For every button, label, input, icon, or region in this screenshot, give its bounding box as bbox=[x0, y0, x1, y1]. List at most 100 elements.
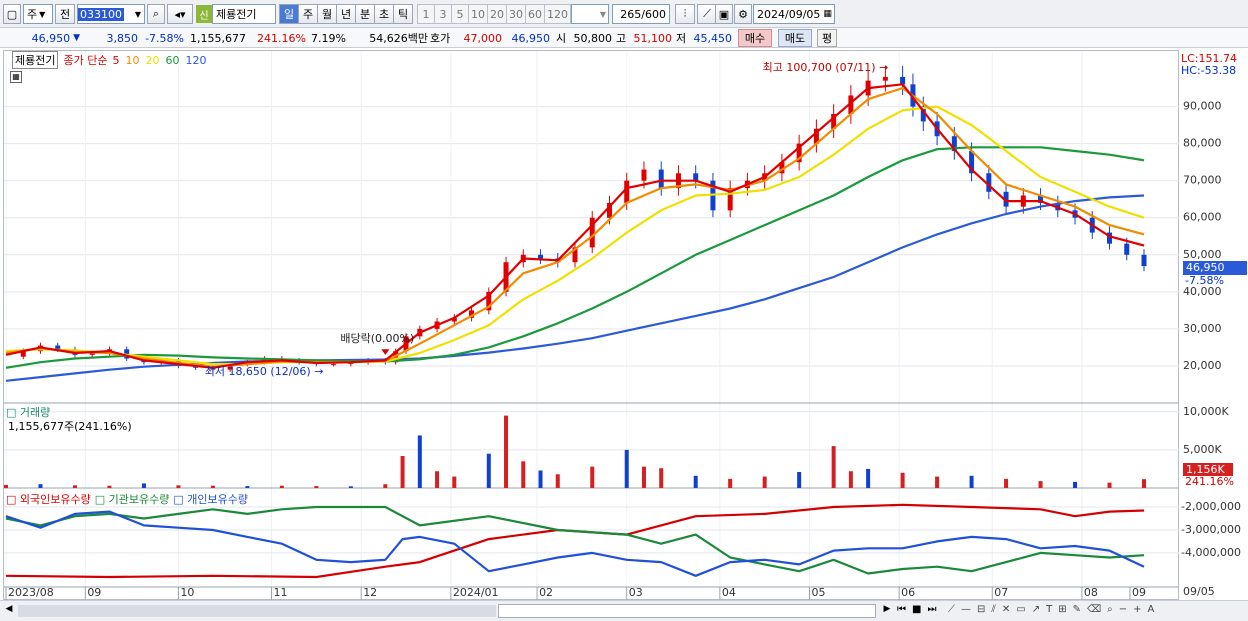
volume-bar bbox=[538, 470, 543, 488]
scroll-track[interactable] bbox=[18, 605, 496, 617]
box-tool-icon[interactable]: ▭ bbox=[1016, 604, 1025, 615]
ruler-tool-icon[interactable]: ⊞ bbox=[1058, 604, 1066, 615]
count-field[interactable]: 265/600 bbox=[612, 4, 670, 24]
zoom-out-icon[interactable]: − bbox=[1119, 604, 1127, 615]
volume-bar bbox=[1073, 481, 1078, 488]
volume-bar bbox=[435, 471, 440, 488]
code-input[interactable]: 033100 ▼ bbox=[77, 4, 145, 24]
new-badge: 신 bbox=[196, 5, 212, 23]
market-select[interactable]: 주 ▼ bbox=[23, 4, 53, 24]
quote-amount: 54,626백만 bbox=[369, 32, 428, 45]
quote-bar: 46,950 ▼ 3,850 -7.58% 1,155,677 241.16% 7… bbox=[0, 28, 1248, 48]
period-tab-4[interactable]: 분 bbox=[355, 4, 375, 24]
pen-tool-icon[interactable]: ✎ bbox=[1073, 604, 1081, 615]
volume-bar bbox=[900, 472, 905, 488]
volume-bar bbox=[762, 476, 767, 488]
period-tab-6[interactable]: 틱 bbox=[393, 4, 413, 24]
table-icon[interactable]: ▦ bbox=[10, 71, 22, 83]
volume-bar bbox=[72, 485, 77, 488]
price-candle bbox=[538, 254, 544, 259]
last-pct-label: -7.58% bbox=[1185, 274, 1224, 287]
volume-tick-label: 5,000K bbox=[1183, 443, 1222, 456]
erase-tool-icon[interactable]: ⌫ bbox=[1087, 604, 1101, 615]
first-icon[interactable]: ⏮ bbox=[897, 604, 906, 615]
minute-tab-10[interactable]: 10 bbox=[468, 4, 488, 24]
volume-bar bbox=[866, 468, 871, 488]
price-candle bbox=[658, 169, 664, 189]
quote-bid: 46,950 bbox=[511, 31, 551, 45]
price-legend: 제룡전기 종가 단순 5 10 20 60 120 bbox=[12, 51, 207, 69]
date-field[interactable]: 2024/09/05 ▦ bbox=[753, 4, 835, 24]
holdings-tick-label: -3,000,000 bbox=[1181, 523, 1241, 536]
minute-tab-20[interactable]: 20 bbox=[487, 4, 507, 24]
zoom-tool-icon[interactable]: ⌕ bbox=[1107, 604, 1113, 615]
holdings-legend-2: □ 개인보유수량 bbox=[173, 493, 248, 506]
period-tab-5[interactable]: 초 bbox=[374, 4, 394, 24]
minute-tab-5[interactable]: 5 bbox=[451, 4, 469, 24]
stop-icon[interactable]: ■ bbox=[912, 604, 921, 615]
stock-name-field[interactable]: 제룡전기 bbox=[212, 4, 276, 24]
scroll-left-icon[interactable]: ◀ bbox=[2, 604, 16, 618]
text-tool-icon[interactable]: T bbox=[1046, 604, 1052, 615]
volume-bar bbox=[555, 474, 560, 488]
quote-open: 50,800 bbox=[573, 31, 613, 45]
minute-tab-1[interactable]: 1 bbox=[417, 4, 435, 24]
gear-icon[interactable]: ⚙ bbox=[734, 4, 752, 24]
volume-bar bbox=[38, 484, 43, 488]
interval-select[interactable]: ▼ bbox=[571, 4, 609, 24]
holdings-tick-label: -4,000,000 bbox=[1181, 546, 1241, 559]
price-candle bbox=[641, 169, 647, 181]
search-icon[interactable]: ⌕ bbox=[147, 4, 165, 24]
quote-volume-ratio: 241.16% bbox=[257, 31, 306, 45]
zoom-in-icon[interactable]: + bbox=[1133, 604, 1141, 615]
hline-tool-icon[interactable]: — bbox=[961, 604, 971, 615]
quote-ask: 47,000 bbox=[463, 31, 503, 45]
save-icon[interactable]: ▣ bbox=[715, 4, 733, 24]
sell-button[interactable]: 매도 bbox=[778, 29, 812, 47]
line-tool-icon[interactable]: ⟋ bbox=[948, 604, 955, 615]
price-tick-label: 50,000 bbox=[1183, 248, 1222, 261]
scrollbar[interactable]: ◀ ▶ ⏮ ■ ⏭ ⟋ — ⊟ ⫽ ✕ ▭ ↗ T ⊞ ✎ ⌫ ⌕ − + A bbox=[0, 600, 1248, 621]
last-icon[interactable]: ⏭ bbox=[927, 604, 936, 615]
minute-tab-30[interactable]: 30 bbox=[506, 4, 526, 24]
minute-tabs: 1 3 5 10 20 30 60 120 bbox=[417, 4, 571, 24]
scroll-right-icon[interactable]: ▶ bbox=[880, 604, 894, 618]
eval-button[interactable]: 평 bbox=[817, 29, 837, 47]
window-menu-icon[interactable]: ▢ bbox=[3, 4, 21, 24]
minute-tab-3[interactable]: 3 bbox=[434, 4, 452, 24]
stock-name-tag: 제룡전기 bbox=[12, 51, 59, 69]
channel-tool-icon[interactable]: ⫽ bbox=[991, 604, 995, 615]
minute-tab-120[interactable]: 120 bbox=[544, 4, 571, 24]
period-tab-2[interactable]: 월 bbox=[317, 4, 337, 24]
stock-name: 제룡전기 bbox=[216, 8, 257, 21]
scroll-thumb[interactable] bbox=[498, 604, 876, 618]
volume-bar bbox=[452, 476, 457, 488]
holdings-line-1 bbox=[5, 505, 1145, 575]
cross-tool-icon[interactable]: ✕ bbox=[1002, 604, 1010, 615]
fib-tool-icon[interactable]: ⊟ bbox=[977, 604, 985, 615]
period-tab-0[interactable]: 일 bbox=[279, 4, 299, 24]
holdings-legend-0: □ 외국인보유수량 bbox=[6, 493, 91, 506]
last-volume-pct: 241.16% bbox=[1185, 475, 1234, 488]
prev-button[interactable]: 전 bbox=[55, 4, 75, 24]
volume-bar bbox=[1107, 482, 1112, 488]
quote-price: 46,950 ▼ bbox=[10, 30, 80, 46]
volume-bar bbox=[1038, 481, 1043, 488]
speaker-icon[interactable]: ◂▾ bbox=[167, 4, 193, 24]
open-label: 시 bbox=[556, 32, 567, 45]
price-tick-label: 70,000 bbox=[1183, 174, 1222, 187]
chart-canvas[interactable]: 최고 100,700 (07/11) → 최저 18,650 (12/06) → 배… bbox=[4, 51, 1180, 601]
draw-tool-icon[interactable]: ⟋ bbox=[697, 4, 717, 24]
price-tick-label: 30,000 bbox=[1183, 322, 1222, 335]
period-tab-1[interactable]: 주 bbox=[298, 4, 318, 24]
arrow-tool-icon[interactable]: ↗ bbox=[1032, 604, 1040, 615]
ma-legend-20: 20 bbox=[145, 53, 160, 67]
buy-button[interactable]: 매수 bbox=[738, 29, 772, 47]
chart-area[interactable]: 최고 100,700 (07/11) → 최저 18,650 (12/06) → 배… bbox=[3, 50, 1180, 601]
period-tab-3[interactable]: 년 bbox=[336, 4, 356, 24]
candle-type-icon[interactable]: ⫶ bbox=[675, 4, 695, 24]
volume-bar bbox=[348, 486, 353, 488]
volume-bar bbox=[486, 453, 491, 488]
font-size-icon[interactable]: A bbox=[1148, 604, 1155, 615]
minute-tab-60[interactable]: 60 bbox=[525, 4, 545, 24]
